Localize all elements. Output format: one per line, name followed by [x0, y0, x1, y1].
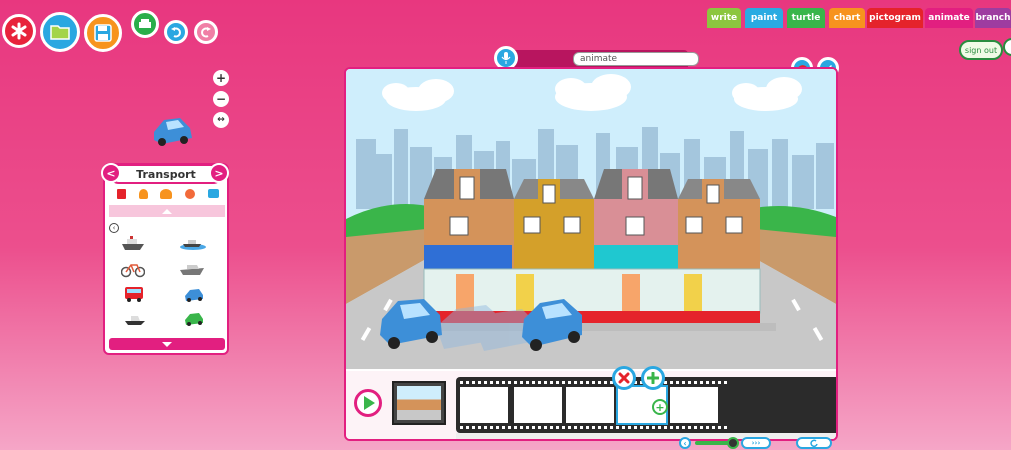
panel-next-button[interactable]: > — [209, 163, 229, 183]
timeline: + — [346, 371, 836, 439]
ball-icon[interactable] — [185, 189, 196, 199]
open-button[interactable] — [40, 12, 80, 52]
zoom-in-button[interactable]: + — [213, 70, 229, 86]
bus-icon[interactable] — [123, 285, 145, 303]
refresh-icon — [810, 439, 818, 447]
asterisk-icon — [11, 22, 27, 40]
book-icon[interactable] — [117, 189, 127, 199]
help-button[interactable] — [1003, 38, 1011, 56]
animation-stage: + — [344, 67, 838, 441]
people-icon[interactable] — [160, 189, 173, 199]
play-icon — [364, 396, 375, 410]
title-input[interactable] — [573, 52, 699, 66]
selected-car-preview — [154, 118, 192, 146]
redo-button[interactable] — [194, 20, 218, 44]
speed-handle[interactable] — [727, 437, 739, 449]
printer-icon — [139, 19, 151, 28]
motorboat-icon[interactable] — [179, 235, 207, 251]
animation-frame[interactable] — [514, 387, 562, 423]
tab-paint[interactable]: paint — [745, 8, 783, 28]
save-button[interactable] — [84, 14, 122, 52]
insert-frame-button[interactable]: + — [652, 399, 668, 415]
redo-icon — [201, 27, 211, 38]
clipart-panel: ‹ — [103, 163, 229, 355]
ship-icon[interactable] — [121, 235, 145, 251]
tab-pictogram[interactable]: pictogram — [867, 8, 923, 28]
film-holes-top — [460, 381, 730, 384]
panel-title: Transport — [109, 164, 223, 184]
tab-turtle[interactable]: turtle — [787, 8, 825, 28]
print-button[interactable] — [131, 10, 159, 38]
loop-button[interactable] — [796, 437, 832, 449]
timeline-scrollbar[interactable] — [456, 433, 836, 439]
back-icon[interactable]: ‹ — [109, 223, 119, 233]
houses — [416, 169, 776, 331]
bicycle-icon[interactable] — [121, 260, 145, 278]
add-frame-button[interactable] — [641, 366, 665, 390]
film-holes-bottom — [460, 426, 730, 429]
animation-frame[interactable] — [460, 387, 508, 423]
panel-scroll-up[interactable] — [109, 205, 225, 217]
close-icon — [618, 372, 630, 384]
scene-thumbnail[interactable] — [392, 381, 446, 425]
animation-frame[interactable] — [566, 387, 614, 423]
undo-icon — [171, 27, 181, 38]
tab-animate[interactable]: animate — [925, 8, 973, 28]
delete-frame-button[interactable] — [612, 366, 636, 390]
play-button[interactable] — [354, 389, 382, 417]
new-button[interactable] — [2, 14, 36, 48]
folder-icon — [50, 25, 70, 40]
slower-button[interactable]: ‹ — [679, 437, 691, 449]
person-icon[interactable] — [138, 189, 148, 199]
speed-slider[interactable]: ‹ ››› — [679, 437, 773, 449]
arrow-down-icon — [162, 341, 172, 347]
floppy-disk-icon — [94, 24, 112, 42]
camera-icon[interactable] — [207, 189, 219, 198]
arrow-up-icon — [162, 208, 172, 214]
jetski-icon[interactable] — [123, 311, 147, 327]
car-blue-icon[interactable] — [183, 286, 205, 304]
microphone-icon — [501, 52, 511, 64]
plus-icon — [647, 372, 659, 384]
undo-button[interactable] — [164, 20, 188, 44]
category-bar — [111, 189, 225, 201]
panel-prev-button[interactable]: < — [101, 163, 121, 183]
speedboat-icon[interactable] — [179, 261, 205, 277]
tab-branch[interactable]: branch — [975, 8, 1011, 28]
faster-button[interactable]: ››› — [741, 437, 771, 449]
sign-out-button[interactable]: sign out — [959, 40, 1003, 60]
zoom-fit-button[interactable]: ↔ — [213, 112, 229, 128]
tab-write[interactable]: write — [707, 8, 741, 28]
background-scene[interactable] — [346, 69, 836, 369]
panel-scroll-down[interactable] — [109, 338, 225, 350]
animation-frame[interactable] — [670, 387, 718, 423]
tab-chart[interactable]: chart — [829, 8, 865, 28]
car-green-icon[interactable] — [183, 310, 205, 328]
zoom-out-button[interactable]: − — [213, 91, 229, 107]
panel-header: Transport < > — [101, 163, 231, 185]
